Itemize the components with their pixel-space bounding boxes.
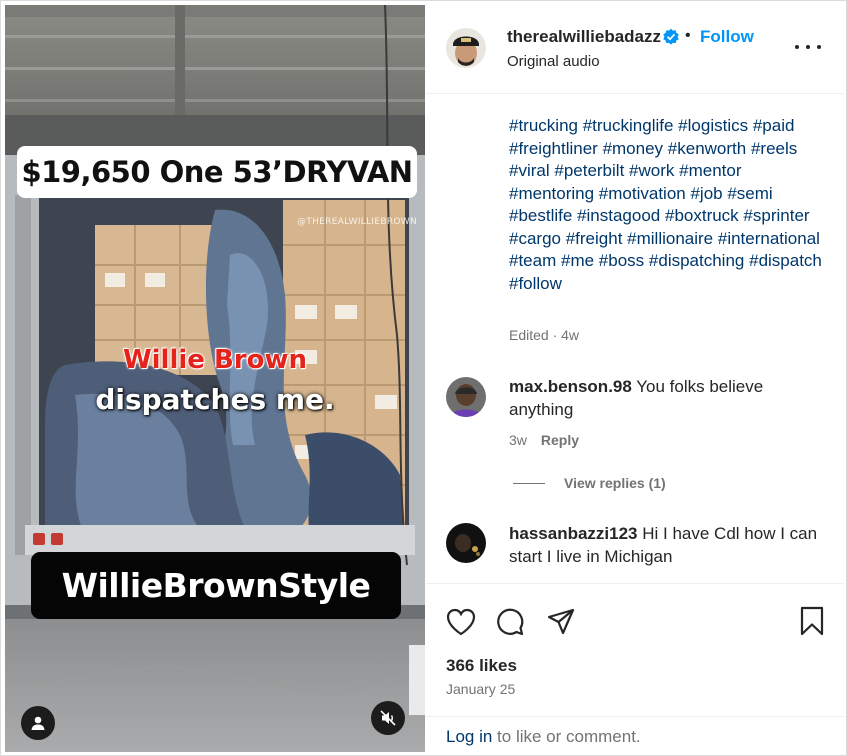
more-options-icon[interactable] bbox=[795, 38, 821, 56]
user-tag-button[interactable] bbox=[21, 706, 55, 740]
mute-icon bbox=[380, 710, 396, 726]
comment-body: hassanbazzi123 Hi I have Cdl how I can s… bbox=[509, 523, 829, 568]
hashtag-link[interactable]: #boxtruck bbox=[665, 206, 739, 225]
view-replies-button[interactable]: View replies (1) bbox=[564, 475, 666, 491]
heart-icon[interactable] bbox=[446, 608, 476, 636]
hashtag-link[interactable]: #trucking bbox=[509, 116, 578, 135]
overlay-text-name: Willie Brown bbox=[122, 345, 308, 375]
audio-label[interactable]: Original audio bbox=[507, 53, 600, 70]
post-hashtags: #trucking #truckinglife #logistics #paid… bbox=[509, 115, 829, 295]
mute-button[interactable] bbox=[371, 701, 405, 735]
hashtag-link[interactable]: #cargo bbox=[509, 229, 561, 248]
hashtag-link[interactable]: #job bbox=[690, 184, 722, 203]
hashtag-link[interactable]: #me bbox=[561, 251, 594, 270]
hashtag-link[interactable]: #peterbilt bbox=[554, 161, 624, 180]
commenter-avatar-image bbox=[446, 523, 486, 563]
like-count[interactable]: 366 likes bbox=[446, 656, 517, 676]
hashtag-link[interactable]: #motivation bbox=[599, 184, 686, 203]
post-header: therealwilliebadazz • Follow Original au… bbox=[426, 5, 844, 94]
hashtag-link[interactable]: #money bbox=[603, 139, 663, 158]
top-caption: $19,650 One 53’DRYVAN bbox=[17, 146, 417, 198]
follow-button[interactable]: Follow bbox=[700, 27, 754, 47]
overlay-text-dispatch: dispatches me. bbox=[95, 383, 335, 416]
comment-meta: 3w Reply bbox=[509, 432, 579, 448]
verified-badge-icon bbox=[663, 28, 679, 45]
media-scene bbox=[5, 5, 425, 752]
post-details-panel: therealwilliebadazz • Follow Original au… bbox=[426, 5, 844, 752]
hashtag-link[interactable]: #reels bbox=[751, 139, 797, 158]
commenter-avatar[interactable] bbox=[446, 377, 486, 417]
hashtag-link[interactable]: #team bbox=[509, 251, 556, 270]
commenter-avatar-image bbox=[446, 377, 486, 417]
hashtag-link[interactable]: #kenworth bbox=[668, 139, 746, 158]
comment-body: max.benson.98 You folks believe anything bbox=[509, 376, 829, 421]
share-icon[interactable] bbox=[546, 607, 576, 637]
hashtag-link[interactable]: #instagood bbox=[577, 206, 660, 225]
comment-username[interactable]: max.benson.98 bbox=[509, 377, 632, 396]
post-date: January 25 bbox=[446, 681, 516, 697]
commenter-avatar[interactable] bbox=[446, 523, 486, 563]
hashtag-link[interactable]: #international bbox=[718, 229, 820, 248]
author-avatar[interactable] bbox=[446, 28, 486, 68]
hashtag-link[interactable]: #follow bbox=[509, 274, 562, 293]
comment-icon[interactable] bbox=[495, 607, 525, 637]
post-dialog: $19,650 One 53’DRYVAN @THEREALWILLIEBROW… bbox=[0, 0, 847, 756]
bottom-caption: WillieBrownStyle bbox=[31, 552, 401, 619]
hashtag-link[interactable]: #bestlife bbox=[509, 206, 572, 225]
edited-timestamp: Edited · 4w bbox=[509, 327, 580, 343]
hashtag-link[interactable]: #dispatching bbox=[649, 251, 744, 270]
comment-username[interactable]: hassanbazzi123 bbox=[509, 524, 638, 543]
post-actions: 366 likes January 25 Log in to like or c… bbox=[426, 583, 844, 753]
hashtag-link[interactable]: #freight bbox=[566, 229, 623, 248]
hashtag-link[interactable]: #boss bbox=[599, 251, 644, 270]
video-watermark: @THEREALWILLIEBROWN bbox=[297, 217, 418, 227]
comment-age: 3w bbox=[509, 432, 527, 448]
hashtag-link[interactable]: #paid bbox=[753, 116, 795, 135]
post-media[interactable]: $19,650 One 53’DRYVAN @THEREALWILLIEBROW… bbox=[5, 5, 425, 752]
author-username[interactable]: therealwilliebadazz bbox=[507, 27, 661, 47]
hashtag-link[interactable]: #semi bbox=[727, 184, 772, 203]
hashtag-link[interactable]: #dispatch bbox=[749, 251, 822, 270]
hashtag-link[interactable]: #freightliner bbox=[509, 139, 598, 158]
bookmark-icon[interactable] bbox=[799, 606, 825, 636]
login-prompt-text: to like or comment. bbox=[492, 727, 641, 746]
hashtag-link[interactable]: #work bbox=[629, 161, 674, 180]
view-replies-divider bbox=[513, 483, 545, 484]
reply-button[interactable]: Reply bbox=[541, 432, 579, 448]
hashtag-link[interactable]: #sprinter bbox=[743, 206, 809, 225]
author-avatar-image bbox=[446, 28, 486, 68]
user-tag-icon bbox=[31, 716, 45, 730]
hashtag-link[interactable]: #logistics bbox=[678, 116, 748, 135]
hashtag-link[interactable]: #mentoring bbox=[509, 184, 594, 203]
hashtag-link[interactable]: #viral bbox=[509, 161, 550, 180]
hashtag-link[interactable]: #millionaire bbox=[627, 229, 713, 248]
hashtag-link[interactable]: #truckinglife bbox=[583, 116, 674, 135]
header-separator: • bbox=[685, 27, 691, 44]
login-prompt: Log in to like or comment. bbox=[426, 716, 844, 754]
login-link[interactable]: Log in bbox=[446, 727, 492, 746]
hashtag-link[interactable]: #mentor bbox=[679, 161, 741, 180]
